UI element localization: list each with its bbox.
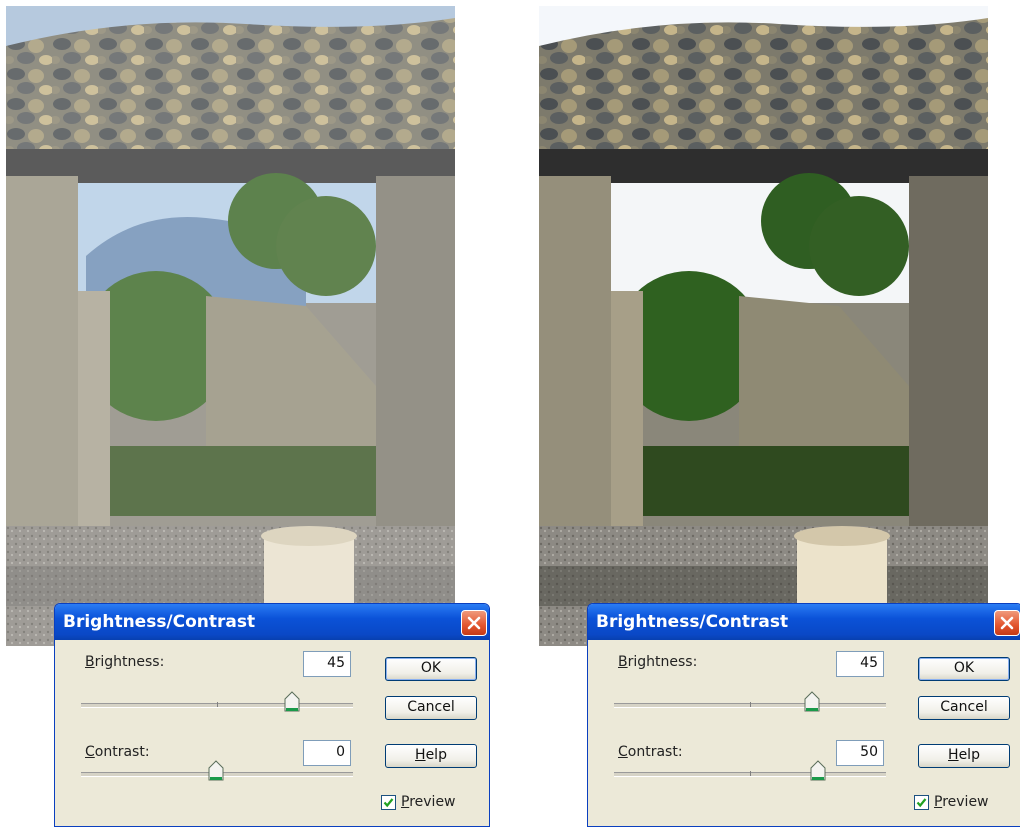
brightness-slider-thumb[interactable] xyxy=(804,691,820,713)
contrast-label: Contrast: xyxy=(85,744,150,760)
help-button[interactable]: Help xyxy=(918,744,1010,768)
cancel-button[interactable]: Cancel xyxy=(918,696,1010,720)
close-icon xyxy=(1000,616,1014,630)
brightness-slider-tick xyxy=(750,702,751,707)
contrast-field[interactable]: 50 xyxy=(836,740,884,766)
close-button[interactable] xyxy=(461,610,487,636)
contrast-slider-thumb[interactable] xyxy=(208,760,224,782)
dialog-body: Brightness: 45 Contrast: 50 OK Cancel He… xyxy=(588,640,1020,826)
preview-label[interactable]: Preview xyxy=(401,794,456,810)
close-icon xyxy=(467,616,481,630)
photo-after xyxy=(539,6,988,646)
dialog-title: Brightness/Contrast xyxy=(63,612,256,632)
checkmark-icon xyxy=(916,798,927,808)
cancel-button[interactable]: Cancel xyxy=(385,696,477,720)
brightness-label: Brightness: xyxy=(85,654,165,670)
brightness-slider-tick xyxy=(217,702,218,707)
preview-checkbox[interactable] xyxy=(381,795,396,810)
ok-button[interactable]: OK xyxy=(918,657,1010,681)
brightness-contrast-dialog: Brightness/Contrast Brightness: 45 Contr… xyxy=(587,603,1020,827)
dialog-titlebar[interactable]: Brightness/Contrast xyxy=(588,604,1020,640)
preview-checkbox[interactable] xyxy=(914,795,929,810)
ok-button[interactable]: OK xyxy=(385,657,477,681)
close-button[interactable] xyxy=(994,610,1020,636)
preview-label[interactable]: Preview xyxy=(934,794,989,810)
contrast-label: Contrast: xyxy=(618,744,683,760)
brightness-contrast-dialog: Brightness/Contrast Brightness: 45 Contr… xyxy=(54,603,490,827)
brightness-field[interactable]: 45 xyxy=(303,651,351,677)
checkmark-icon xyxy=(383,798,394,808)
contrast-slider-tick xyxy=(750,771,751,776)
dialog-titlebar[interactable]: Brightness/Contrast xyxy=(55,604,489,640)
contrast-slider-thumb[interactable] xyxy=(810,760,826,782)
brightness-slider-thumb[interactable] xyxy=(284,691,300,713)
brightness-label: Brightness: xyxy=(618,654,698,670)
dialog-title: Brightness/Contrast xyxy=(596,612,789,632)
photo-before xyxy=(6,6,455,646)
help-button[interactable]: Help xyxy=(385,744,477,768)
contrast-field[interactable]: 0 xyxy=(303,740,351,766)
dialog-body: Brightness: 45 Contrast: 0 OK Cancel Hel… xyxy=(55,640,489,826)
brightness-field[interactable]: 45 xyxy=(836,651,884,677)
